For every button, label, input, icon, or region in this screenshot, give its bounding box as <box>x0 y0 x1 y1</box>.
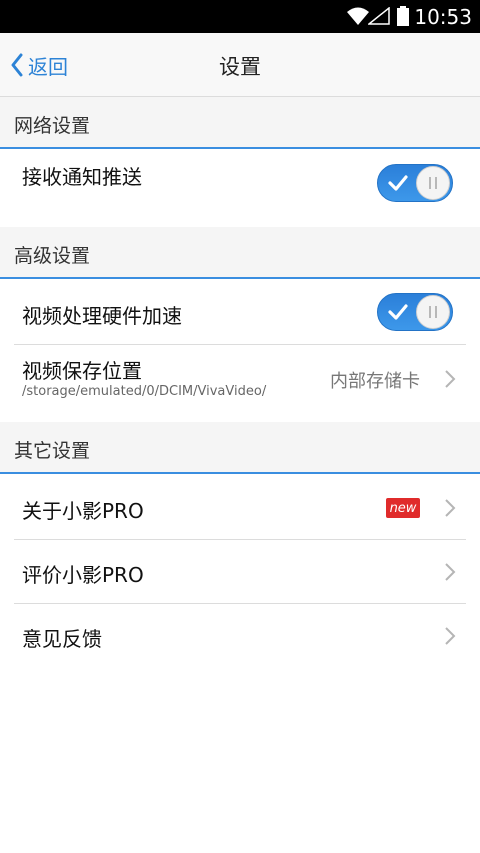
row-label: 评价小影PRO <box>22 563 144 587</box>
battery-icon <box>397 6 409 30</box>
section-header-network: 网络设置 <box>0 97 480 149</box>
chevron-right-icon <box>444 369 456 393</box>
toggle-knob <box>416 166 450 200</box>
settings-row-push[interactable]: 接收通知推送 <box>14 149 466 215</box>
settings-row-rate[interactable]: 评价小影PRO <box>14 540 466 604</box>
chevron-right-icon <box>444 498 456 522</box>
check-icon <box>388 303 408 325</box>
settings-row-hw-accel[interactable]: 视频处理硬件加速 <box>14 279 466 345</box>
section-header-other: 其它设置 <box>0 422 480 474</box>
settings-row-save-location[interactable]: 视频保存位置 /storage/emulated/0/DCIM/VivaVide… <box>14 345 466 415</box>
section-title: 网络设置 <box>14 115 91 137</box>
toggle-knob <box>416 295 450 329</box>
row-label: 接收通知推送 <box>22 165 142 189</box>
row-label: 意见反馈 <box>22 627 102 651</box>
section-header-advanced: 高级设置 <box>0 227 480 279</box>
status-bar: 10:53 <box>0 0 480 33</box>
signal-icon <box>366 6 390 29</box>
settings-row-about[interactable]: 关于小影PRO new <box>14 474 466 540</box>
page-title: 设置 <box>219 55 261 79</box>
nav-header: 返回 设置 <box>0 33 480 97</box>
chevron-right-icon <box>444 626 456 650</box>
row-label: 视频处理硬件加速 <box>22 304 182 328</box>
save-path: /storage/emulated/0/DCIM/VivaVideo/ <box>22 384 267 399</box>
push-toggle[interactable] <box>377 164 453 202</box>
chevron-right-icon <box>444 562 456 586</box>
hw-accel-toggle[interactable] <box>377 293 453 331</box>
settings-row-feedback[interactable]: 意见反馈 <box>14 604 466 668</box>
row-label: 关于小影PRO <box>22 499 144 523</box>
status-time: 10:53 <box>414 5 472 29</box>
section-title: 其它设置 <box>14 440 91 462</box>
save-location-value: 内部存储卡 <box>330 371 420 392</box>
row-label: 视频保存位置 <box>22 359 142 383</box>
new-badge: new <box>386 498 420 518</box>
wifi-icon <box>346 6 370 30</box>
section-title: 高级设置 <box>14 245 91 267</box>
check-icon <box>388 174 408 196</box>
